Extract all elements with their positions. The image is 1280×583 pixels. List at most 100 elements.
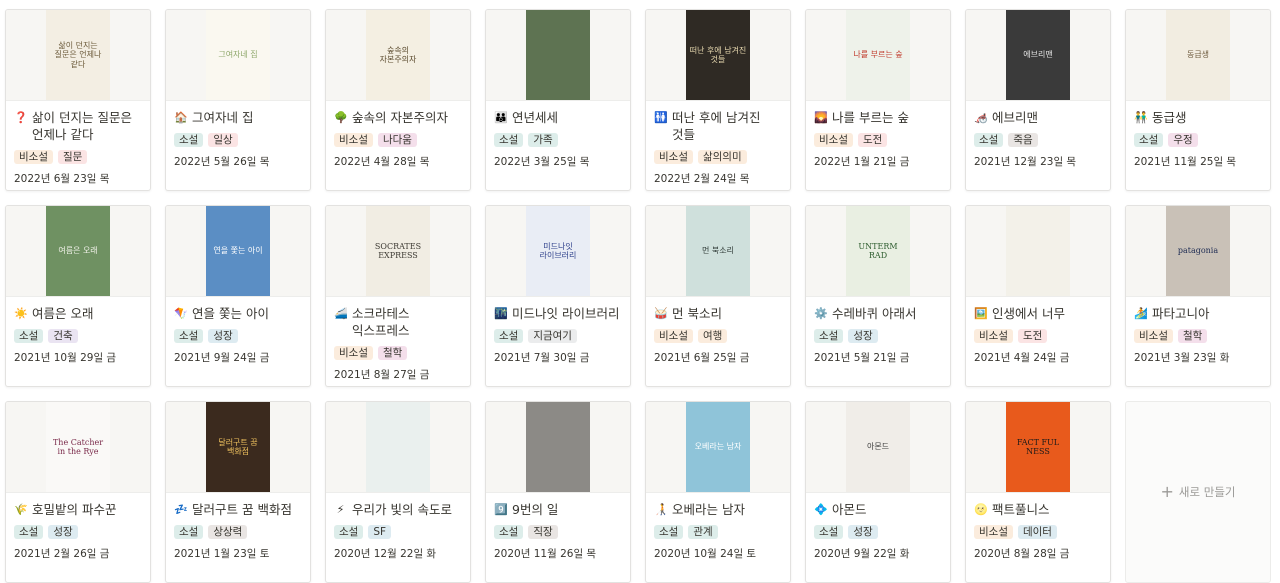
card-cover-area (966, 206, 1110, 297)
card-title-text: 소크라테스 익스프레스 (352, 306, 410, 338)
book-cover-image: 삶이 던지는 질문은 언제나 같다 (46, 10, 110, 100)
card-cover-area: patagonia (1126, 206, 1270, 297)
gallery-card[interactable]: 👪 연년세세 소설 가족 2022년 3월 25일 목 (485, 9, 631, 191)
surfer-icon: 🏄 (1134, 307, 1148, 320)
card-title-text: 팩트풀니스 (992, 502, 1050, 517)
card-cover-area: 아몬드 (806, 402, 950, 493)
card-date: 2020년 10월 24일 토 (654, 548, 757, 560)
book-cover-text: 나를 부르는 숲 (853, 50, 903, 60)
gallery-card[interactable]: ⚡ 우리가 빛의 속도로 소설 SF 2020년 12월 22일 화 (325, 401, 471, 583)
tag-badge: 가족 (528, 133, 558, 147)
gallery-card[interactable]: 🖼️ 인생에서 너무 비소설 도전 2021년 4월 24일 금 (965, 205, 1111, 387)
tag-badge: 삶의의미 (697, 150, 747, 164)
tag-badge: 여행 (697, 329, 728, 343)
diamond-icon: 💠 (814, 503, 828, 516)
gallery-card[interactable]: 그여자네 집 🏠 그여자네 집 소설 일상 2022년 5월 26일 목 (165, 9, 311, 191)
picture-icon: 🖼️ (974, 307, 988, 320)
new-card-label: 새로 만들기 (1178, 485, 1236, 499)
gallery-card[interactable]: 오베라는 남자 🧑‍🦯 오베라는 남자 소설 관계 2020년 10월 24일 토 (645, 401, 791, 583)
card-cover-area: 떠난 후에 남겨진 것들 (646, 10, 790, 101)
book-cover-image (1006, 206, 1070, 296)
card-body: 🚄 소크라테스 익스프레스 비소설 철학 2021년 8월 27일 금 (326, 297, 470, 382)
card-cover-area: UNTERM RAD (806, 206, 950, 297)
tag-badge: 소설 (14, 525, 44, 539)
book-cover-text: The Catcher in the Rye (52, 437, 104, 456)
card-title-text: 그여자네 집 (192, 110, 254, 125)
tag-badge: 소설 (174, 329, 204, 343)
gallery-card[interactable]: SOCRATES EXPRESS 🚄 소크라테스 익스프레스 비소설 철학 2021년 8… (325, 205, 471, 387)
book-cover-image: 그여자네 집 (206, 10, 270, 100)
tag-badge: 소설 (1134, 133, 1164, 147)
gallery-card[interactable]: 나를 부르는 숲 🌄 나를 부르는 숲 비소설 도전 2022년 1월 21일 금 (805, 9, 951, 191)
gallery-card[interactable]: 9️⃣ 9번의 일 소설 직장 2020년 11월 26일 목 (485, 401, 631, 583)
card-body: 🏄 파타고니아 비소설 철학 2021년 3월 23일 화 (1126, 297, 1270, 365)
two-people-icon: 👬 (1134, 111, 1148, 124)
gallery-card[interactable]: patagonia 🏄 파타고니아 비소설 철학 2021년 3월 23일 화 (1125, 205, 1271, 387)
card-title: 👪 연년세세 (494, 109, 622, 126)
rice-plant-icon: 🌾 (14, 503, 28, 516)
gallery-card[interactable]: 여름은 오래 ☀️ 여름은 오래 소설 건축 2021년 10월 29일 금 (5, 205, 151, 387)
card-cover-area: The Catcher in the Rye (6, 402, 150, 493)
card-body: 🌃 미드나잇 라이브러리 소설 지금여기 2021년 7월 30일 금 (486, 297, 630, 365)
book-cover-image: FACT FUL NESS (1006, 402, 1070, 492)
card-title-text: 9번의 일 (512, 502, 559, 517)
card-cover-area: 오베라는 남자 (646, 402, 790, 493)
book-cover-image: 오베라는 남자 (686, 402, 750, 492)
card-title-text: 삶이 던지는 질문은 언제나 같다 (32, 110, 132, 142)
gallery-card[interactable]: FACT FUL NESS 🌝 팩트풀니스 비소설 데이터 2020년 8월 28일 금 (965, 401, 1111, 583)
card-tags: 비소설 나다움 (334, 133, 462, 147)
card-body: 🚻 떠난 후에 남겨진 것들 비소설 삶의의미 2022년 2월 24일 목 (646, 101, 790, 186)
gallery-card[interactable]: 에브리맨 🦽 에브리맨 소설 죽음 2021년 12월 23일 목 (965, 9, 1111, 191)
house-icon: 🏠 (174, 111, 188, 124)
card-title-text: 숲속의 자본주의자 (352, 110, 448, 125)
gear-icon: ⚙️ (814, 307, 828, 320)
book-cover-image (526, 10, 590, 100)
sun-icon: ☀️ (14, 307, 28, 320)
card-date: 2021년 1월 23일 토 (174, 548, 270, 560)
card-date: 2020년 11월 26일 목 (494, 548, 597, 560)
gallery-card[interactable]: 아몬드 💠 아몬드 소설 성장 2020년 9월 22일 화 (805, 401, 951, 583)
card-body: 🥁 먼 북소리 비소설 여행 2021년 6월 25일 금 (646, 297, 790, 365)
card-title-text: 연년세세 (512, 110, 559, 125)
card-date: 2021년 8월 27일 금 (334, 369, 430, 381)
gallery-card[interactable]: The Catcher in the Rye 🌾 호밀밭의 파수꾼 소설 성장 2021년… (5, 401, 151, 583)
card-cover-area: 에브리맨 (966, 10, 1110, 101)
tag-badge: 도전 (1017, 329, 1048, 343)
tag-badge: 철학 (1177, 329, 1208, 343)
card-title-text: 동급생 (1152, 110, 1187, 125)
gallery-card[interactable]: 떠난 후에 남겨진 것들 🚻 떠난 후에 남겨진 것들 비소설 삶의의미 2022년 2월… (645, 9, 791, 191)
tag-badge: 지금여기 (528, 329, 577, 343)
gallery-card[interactable]: 숲속의 자본주의자 🌳 숲속의 자본주의자 비소설 나다움 2022년 4월 28일 목 (325, 9, 471, 191)
gallery-card[interactable]: 먼 북소리 🥁 먼 북소리 비소설 여행 2021년 6월 25일 금 (645, 205, 791, 387)
card-tags: 소설 우정 (1134, 133, 1262, 147)
card-tags: 소설 죽음 (974, 133, 1102, 147)
card-date: 2020년 8월 28일 금 (974, 548, 1070, 560)
card-body: 🧑‍🦯 오베라는 남자 소설 관계 2020년 10월 24일 토 (646, 493, 790, 561)
book-cover-image: 달러구트 꿈 백화점 (206, 402, 270, 492)
book-cover-text: 여름은 오래 (58, 246, 98, 256)
card-body: ⚡ 우리가 빛의 속도로 소설 SF 2020년 12월 22일 화 (326, 493, 470, 561)
tag-badge: 죽음 (1008, 133, 1038, 147)
tag-badge: 소설 (814, 329, 844, 343)
book-cover-image: 에브리맨 (1006, 10, 1070, 100)
gallery-card[interactable]: UNTERM RAD ⚙️ 수레바퀴 아래서 소설 성장 2021년 5월 21일 금 (805, 205, 951, 387)
tag-badge: 소설 (14, 329, 44, 343)
gallery-card[interactable]: 연을 쫓는 아이 🪁 연을 쫓는 아이 소설 성장 2021년 9월 24일 금 (165, 205, 311, 387)
card-tags: 비소설 도전 (814, 133, 942, 147)
card-title: 9️⃣ 9번의 일 (494, 501, 622, 518)
book-cover-text: 동급생 (1186, 50, 1210, 60)
gallery-card[interactable]: 달러구트 꿈 백화점 💤 달러구트 꿈 백화점 소설 상상력 2021년 1월 23일 토 (165, 401, 311, 583)
wheelchair-icon: 🦽 (974, 111, 988, 124)
tag-badge: 소설 (494, 525, 524, 539)
card-cover-area: 그여자네 집 (166, 10, 310, 101)
gallery-card[interactable]: 삶이 던지는 질문은 언제나 같다 ❓ 삶이 던지는 질문은 언제나 같다 비소설 질문… (5, 9, 151, 191)
gallery-card[interactable]: 동급생 👬 동급생 소설 우정 2021년 11월 25일 목 (1125, 9, 1271, 191)
book-cover-image: 미드나잇 라이브러리 (526, 206, 590, 296)
card-body: 🖼️ 인생에서 너무 비소설 도전 2021년 4월 24일 금 (966, 297, 1110, 365)
card-body: ☀️ 여름은 오래 소설 건축 2021년 10월 29일 금 (6, 297, 150, 365)
gallery-card[interactable]: 미드나잇 라이브러리 🌃 미드나잇 라이브러리 소설 지금여기 2021년 7월 30일 … (485, 205, 631, 387)
card-body: ❓ 삶이 던지는 질문은 언제나 같다 비소설 질문 2022년 6월 23일 목 (6, 101, 150, 186)
card-date: 2021년 7월 30일 금 (494, 352, 590, 364)
new-card-button[interactable]: + 새로 만들기 (1125, 401, 1271, 583)
card-tags: 비소설 삶의의미 (654, 150, 782, 164)
